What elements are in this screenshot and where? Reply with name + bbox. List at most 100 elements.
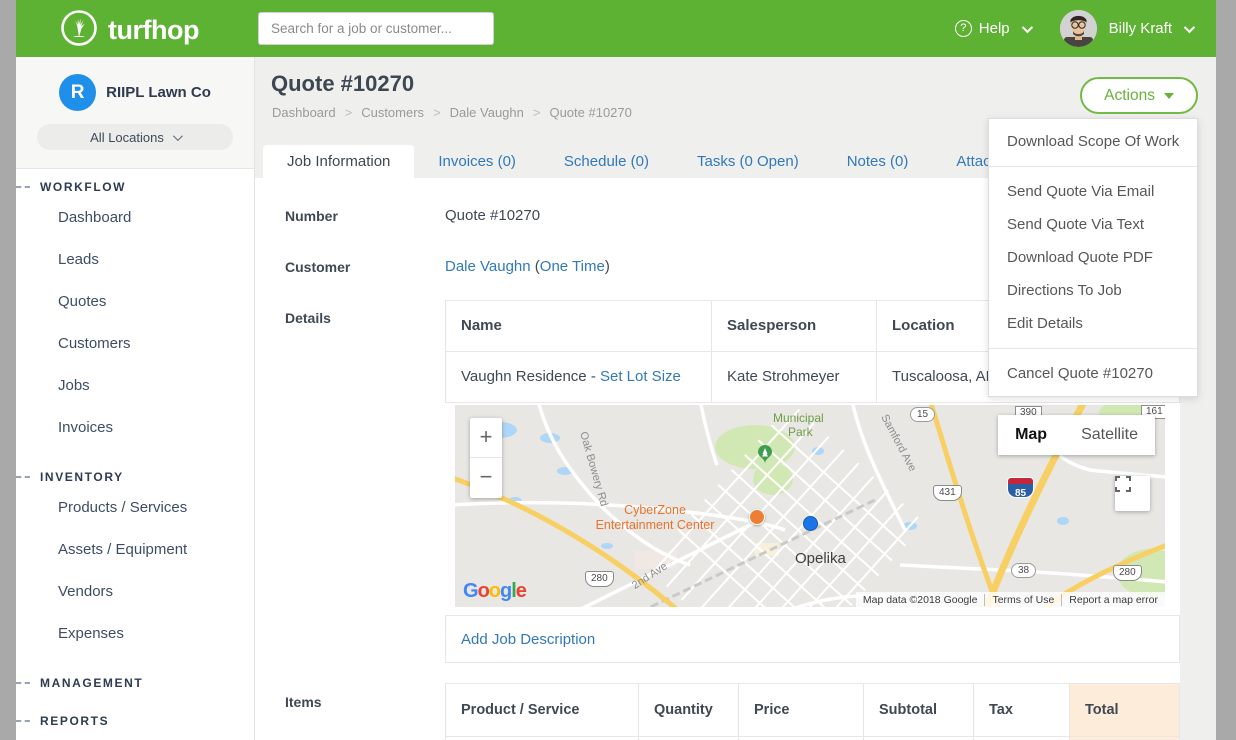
details-name-cell: Vaughn Residence - Set Lot Size — [446, 352, 711, 402]
sidebar-item-invoices[interactable]: Invoices — [16, 407, 254, 449]
tab-notes[interactable]: Notes (0) — [823, 145, 933, 178]
google-logo[interactable]: Google — [463, 580, 526, 603]
details-label: Details — [285, 310, 331, 326]
map-label-park: Park — [788, 425, 813, 439]
help-icon — [955, 20, 972, 37]
location-filter-label: All Locations — [90, 130, 164, 145]
report-map-error-link[interactable]: Report a map error — [1061, 594, 1165, 606]
tab-invoices[interactable]: Invoices (0) — [414, 145, 540, 178]
organization-row: R RIIPL Lawn Co — [16, 74, 254, 111]
add-job-description-link[interactable]: Add Job Description — [461, 631, 595, 648]
sidebar-item-products-services[interactable]: Products / Services — [16, 487, 254, 529]
sidebar-item-customers[interactable]: Customers — [16, 323, 254, 365]
fullscreen-button[interactable] — [1115, 476, 1150, 511]
items-label: Items — [285, 694, 322, 710]
tab-job-information[interactable]: Job Information — [263, 145, 414, 178]
items-header-tax: Tax — [973, 684, 1069, 736]
zoom-out-button[interactable]: − — [470, 458, 502, 498]
details-salesperson-cell: Kate Strohmeyer — [711, 352, 876, 402]
help-label: Help — [979, 20, 1010, 37]
menu-item-send-quote-via-text[interactable]: Send Quote Via Text — [989, 208, 1197, 241]
section-dash-icon — [16, 476, 30, 478]
map-view-button[interactable]: Map — [998, 415, 1064, 455]
map-data-copyright: Map data ©2018 Google — [856, 594, 985, 606]
menu-item-directions-to-job[interactable]: Directions To Job — [989, 274, 1197, 307]
number-label: Number — [285, 208, 338, 224]
customer-type-link[interactable]: One Time — [540, 258, 605, 275]
sidebar-item-assets-equipment[interactable]: Assets / Equipment — [16, 529, 254, 571]
breadcrumb-current: Quote #10270 — [549, 105, 631, 120]
customer-link[interactable]: Dale Vaughn — [445, 258, 531, 275]
main-content: Quote #10270 Dashboard Customers Dale Va… — [255, 57, 1216, 740]
breadcrumb: Dashboard Customers Dale Vaughn Quote #1… — [272, 105, 632, 120]
menu-item-download-quote-pdf[interactable]: Download Quote PDF — [989, 241, 1197, 274]
route-shield-38: 38 — [1011, 563, 1036, 578]
map-label-opelika: Opelika — [795, 550, 846, 567]
organization-box: R RIIPL Lawn Co All Locations — [16, 57, 254, 169]
caret-down-icon — [1164, 93, 1174, 99]
sidebar: R RIIPL Lawn Co All Locations WORKFLOW D… — [16, 57, 255, 740]
items-header-price: Price — [738, 684, 863, 736]
user-name: Billy Kraft — [1109, 20, 1172, 37]
avatar — [1060, 10, 1097, 47]
route-shield-280-right: 280 — [1113, 565, 1142, 581]
tab-schedule[interactable]: Schedule (0) — [540, 145, 673, 178]
menu-item-send-quote-via-email[interactable]: Send Quote Via Email — [989, 175, 1197, 208]
menu-item-edit-details[interactable]: Edit Details — [989, 307, 1197, 340]
sidebar-item-expenses[interactable]: Expenses — [16, 613, 254, 655]
items-header-product-service: Product / Service — [446, 684, 638, 736]
details-header-salesperson: Salesperson — [711, 301, 876, 351]
user-menu[interactable]: Billy Kraft — [1060, 10, 1192, 47]
set-lot-size-link[interactable]: Set Lot Size — [600, 368, 681, 385]
menu-item-cancel-quote[interactable]: Cancel Quote #10270 — [989, 357, 1197, 390]
sidebar-item-dashboard[interactable]: Dashboard — [16, 197, 254, 239]
route-shield-431: 431 — [933, 485, 962, 501]
app-window: turfhop Help — [16, 0, 1216, 740]
help-menu[interactable]: Help — [955, 20, 1030, 37]
poi-marker-icon — [749, 509, 765, 525]
nav-section-management: MANAGEMENT — [16, 673, 254, 693]
breadcrumb-dashboard[interactable]: Dashboard — [272, 105, 361, 120]
turfhop-logo-icon — [60, 9, 98, 52]
breadcrumb-customers[interactable]: Customers — [361, 105, 449, 120]
fullscreen-icon — [1115, 476, 1131, 492]
details-header-name: Name — [446, 301, 711, 351]
route-shield-i85: 85 — [1007, 477, 1034, 498]
customer-label: Customer — [285, 259, 350, 275]
brand-logo[interactable]: turfhop — [60, 9, 199, 52]
breadcrumb-customer-name[interactable]: Dale Vaughn — [450, 105, 550, 120]
tab-tasks[interactable]: Tasks (0 Open) — [673, 145, 823, 178]
sidebar-item-quotes[interactable]: Quotes — [16, 281, 254, 323]
menu-item-download-scope-of-work[interactable]: Download Scope Of Work — [989, 125, 1197, 158]
job-description-box: Add Job Description — [445, 615, 1180, 663]
chevron-down-icon — [1021, 21, 1032, 32]
map-label-municipal: Municipal — [773, 411, 824, 425]
customer-value: Dale Vaughn (One Time) — [445, 258, 610, 275]
zoom-in-button[interactable]: + — [470, 418, 502, 458]
route-shield-280-left: 280 — [585, 571, 614, 587]
sidebar-item-jobs[interactable]: Jobs — [16, 365, 254, 407]
actions-button[interactable]: Actions — [1080, 77, 1198, 114]
sidebar-item-leads[interactable]: Leads — [16, 239, 254, 281]
map-attribution: Map data ©2018 Google Terms of Use Repor… — [856, 592, 1165, 607]
items-header-quantity: Quantity — [638, 684, 738, 736]
search-input[interactable] — [258, 12, 494, 45]
items-header-subtotal: Subtotal — [863, 684, 973, 736]
map-zoom-control: + − — [470, 418, 502, 498]
quote-number-value: Quote #10270 — [445, 207, 540, 224]
items-empty-row — [446, 736, 1179, 740]
chevron-down-icon — [1184, 21, 1195, 32]
job-location-dot — [803, 516, 818, 531]
nav-section-reports: REPORTS — [16, 711, 254, 731]
location-filter-dropdown[interactable]: All Locations — [37, 124, 233, 150]
terms-of-use-link[interactable]: Terms of Use — [984, 594, 1061, 606]
organization-name: RIIPL Lawn Co — [106, 84, 211, 101]
job-location-map[interactable]: + − Map Satellite Municipal Park — [455, 405, 1165, 607]
menu-divider — [989, 348, 1197, 349]
satellite-view-button[interactable]: Satellite — [1064, 415, 1155, 455]
chevron-down-icon — [173, 131, 183, 141]
section-dash-icon — [16, 186, 30, 188]
nav-section-workflow: WORKFLOW — [16, 177, 254, 197]
sidebar-item-vendors[interactable]: Vendors — [16, 571, 254, 613]
nav-section-inventory: INVENTORY — [16, 467, 254, 487]
